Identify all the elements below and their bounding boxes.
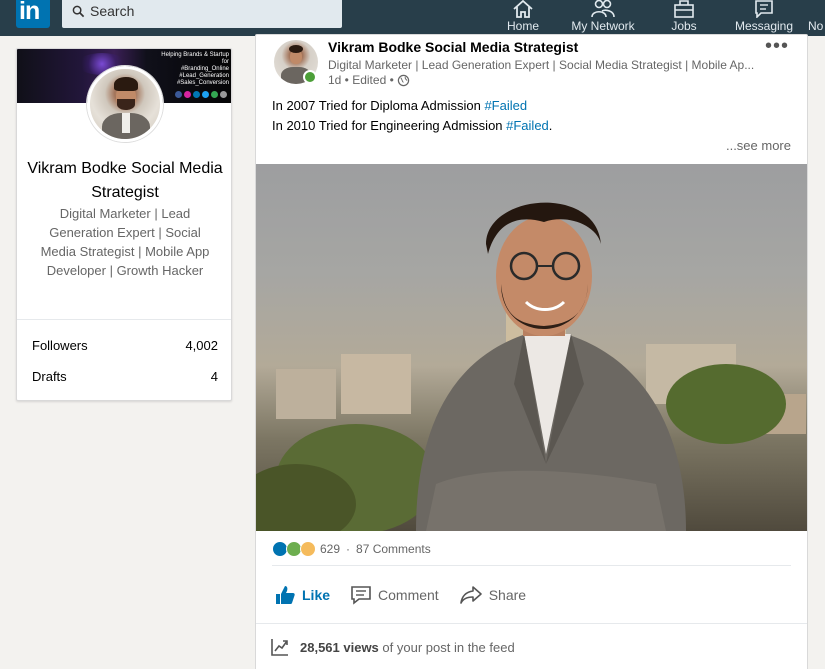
comment-icon (351, 586, 371, 605)
messaging-icon (755, 0, 773, 18)
post-line-2: In 2010 Tried for Engineering Admission … (272, 118, 553, 133)
comments-count[interactable]: 87 Comments (356, 542, 431, 556)
banner-social-icons (175, 91, 227, 98)
person-figure (416, 202, 686, 531)
post-text: In 2007 Tried for Diploma Admission #Fai… (272, 96, 552, 136)
search-icon (72, 5, 85, 18)
post-views[interactable]: 28,561 views of your post in the feed (270, 637, 515, 657)
reactions-count[interactable]: 629 (320, 542, 340, 556)
social-counts[interactable]: 629 · 87 Comments (272, 541, 431, 557)
post-image[interactable] (256, 164, 807, 531)
nav-home[interactable]: Home (497, 0, 549, 36)
nav-my-network-label: My Network (571, 19, 635, 33)
views-suffix: of your post in the feed (382, 639, 515, 655)
twitter-icon (202, 91, 209, 98)
profile-divider (17, 319, 231, 320)
instagram-icon (184, 91, 191, 98)
jobs-icon (674, 0, 694, 18)
hashtag-link[interactable]: #Failed (484, 98, 527, 113)
share-icon (459, 586, 482, 604)
share-button[interactable]: Share (455, 580, 530, 610)
search-placeholder: Search (90, 3, 135, 19)
nav-messaging[interactable]: Messaging (731, 0, 797, 36)
post-options-icon[interactable]: ••• (765, 36, 789, 56)
nav-my-network[interactable]: My Network (566, 0, 640, 36)
nav-home-label: Home (506, 19, 539, 33)
nav-notifications[interactable]: No (808, 0, 825, 36)
thumbs-up-icon (276, 586, 295, 604)
nav-messaging-label: Messaging (734, 19, 794, 33)
post-author-name[interactable]: Vikram Bodke Social Media Strategist (328, 39, 578, 55)
comment-button[interactable]: Comment (346, 580, 443, 610)
post-time: 1d • Edited • (328, 73, 394, 87)
profile-card: Helping Brands & Startup for #Branding_O… (16, 48, 232, 401)
actions-divider (272, 565, 791, 566)
home-icon (513, 0, 533, 18)
drafts-value: 4 (210, 369, 218, 384)
post-meta: 1d • Edited • (328, 73, 410, 87)
facebook-icon (175, 91, 182, 98)
analytics-chart-icon (271, 639, 288, 656)
globe-icon (397, 74, 409, 86)
post-author-headline: Digital Marketer | Lead Generation Exper… (328, 58, 755, 72)
like-label: Like (302, 587, 331, 603)
online-status-dot (303, 70, 317, 84)
nav-jobs-label: Jobs (671, 19, 697, 33)
search-box[interactable]: Search (62, 0, 342, 28)
apple-icon (220, 91, 227, 98)
like-button[interactable]: Like (270, 580, 334, 610)
share-label: Share (488, 587, 527, 603)
network-icon (591, 0, 615, 18)
views-count: 28,561 views (300, 639, 379, 655)
see-more-link[interactable]: ...see more (726, 138, 791, 153)
linkedin-logo[interactable]: in (16, 0, 50, 28)
followers-value: 4,002 (185, 338, 218, 353)
drafts-label: Drafts (32, 369, 67, 384)
nav-jobs[interactable]: Jobs (664, 0, 704, 36)
post-line-1: In 2007 Tried for Diploma Admission #Fai… (272, 98, 528, 113)
profile-name[interactable]: Vikram Bodke Social Media Strategist (17, 157, 231, 205)
followers-label: Followers (32, 338, 88, 353)
linkedin-icon (193, 91, 200, 98)
feed-post: Vikram Bodke Social Media Strategist Dig… (255, 34, 808, 669)
reaction-icons (272, 541, 316, 557)
profile-avatar[interactable] (87, 66, 163, 142)
followers-stat[interactable]: Followers 4,002 (32, 338, 218, 353)
insightful-reaction-icon (300, 541, 316, 557)
comment-label: Comment (378, 587, 439, 603)
profile-headline: Digital Marketer | Lead Generation Exper… (40, 206, 210, 278)
banner-text: Helping Brands & Startup for #Branding_O… (161, 52, 229, 86)
hashtag-link[interactable]: #Failed (506, 118, 549, 133)
play-store-icon (211, 91, 218, 98)
post-actions: Like Comment Share (270, 580, 530, 610)
drafts-stat[interactable]: Drafts 4 (32, 369, 218, 384)
nav-notifications-label: No (808, 19, 824, 33)
views-divider (256, 623, 807, 624)
top-navbar: in Search Home My Network Jobs Messaging… (0, 0, 825, 36)
